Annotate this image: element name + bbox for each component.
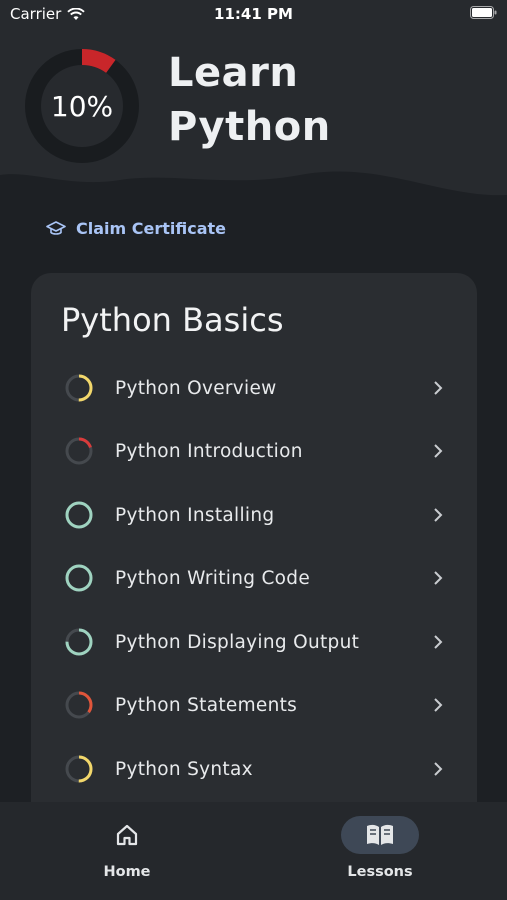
- book-icon: [367, 824, 393, 845]
- battery-icon: [470, 6, 497, 19]
- lesson-item-displaying-output[interactable]: Python Displaying Output: [61, 620, 451, 664]
- title-line-1: Learn: [168, 50, 299, 96]
- lesson-label: Python Overview: [115, 377, 277, 399]
- home-icon: [116, 824, 138, 846]
- lesson-progress-icon: [65, 628, 93, 656]
- tab-lessons[interactable]: Lessons: [320, 816, 440, 886]
- lesson-item-statements[interactable]: Python Statements: [61, 683, 451, 727]
- lesson-item-installing[interactable]: Python Installing: [61, 493, 451, 537]
- lesson-ring-progress: [65, 564, 93, 592]
- lesson-label: Python Introduction: [115, 440, 303, 462]
- chevron-right-icon: [434, 571, 443, 585]
- title-line-2: Python: [168, 104, 331, 150]
- tab-home[interactable]: Home: [67, 816, 187, 886]
- chevron-right-icon: [434, 698, 443, 712]
- lesson-progress-icon: [65, 691, 93, 719]
- graduation-cap-icon: [46, 220, 66, 235]
- lesson-label: Python Installing: [115, 504, 275, 526]
- section-card: Python Basics Python Overview Python Int…: [31, 273, 477, 833]
- course-progress-label: 10%: [50, 89, 114, 123]
- lesson-label: Python Displaying Output: [115, 631, 360, 653]
- tab-home-icon-wrap: [88, 816, 166, 854]
- lesson-progress-icon: [65, 564, 93, 592]
- lesson-progress-icon: [65, 374, 93, 402]
- lesson-progress-icon: [65, 755, 93, 783]
- lesson-label: Python Syntax: [115, 758, 253, 780]
- chevron-right-icon: [434, 444, 443, 458]
- claim-certificate-link[interactable]: Claim Certificate: [46, 219, 226, 238]
- lesson-item-introduction[interactable]: Python Introduction: [61, 429, 451, 473]
- status-bar: Carrier 11:41 PM: [0, 0, 507, 30]
- section-title: Python Basics: [61, 301, 284, 339]
- tab-home-label: Home: [103, 864, 151, 880]
- lesson-item-syntax[interactable]: Python Syntax: [61, 747, 451, 791]
- chevron-right-icon: [434, 381, 443, 395]
- lesson-label: Python Writing Code: [115, 567, 311, 589]
- lesson-item-writing-code[interactable]: Python Writing Code: [61, 556, 451, 600]
- claim-certificate-label: Claim Certificate: [76, 219, 227, 238]
- lesson-label: Python Statements: [115, 694, 298, 716]
- tab-lessons-label: Lessons: [347, 864, 413, 880]
- tab-bar: Home Lessons: [0, 802, 507, 900]
- chevron-right-icon: [434, 508, 443, 522]
- lesson-ring-progress: [65, 501, 93, 529]
- clock: 11:41 PM: [214, 5, 293, 23]
- chevron-right-icon: [434, 635, 443, 649]
- lesson-item-overview[interactable]: Python Overview: [61, 366, 451, 410]
- tab-lessons-icon-wrap: [341, 816, 419, 854]
- chevron-right-icon: [434, 762, 443, 776]
- lesson-progress-icon: [65, 437, 93, 465]
- page-title: Learn Python: [168, 46, 331, 154]
- lesson-progress-icon: [65, 501, 93, 529]
